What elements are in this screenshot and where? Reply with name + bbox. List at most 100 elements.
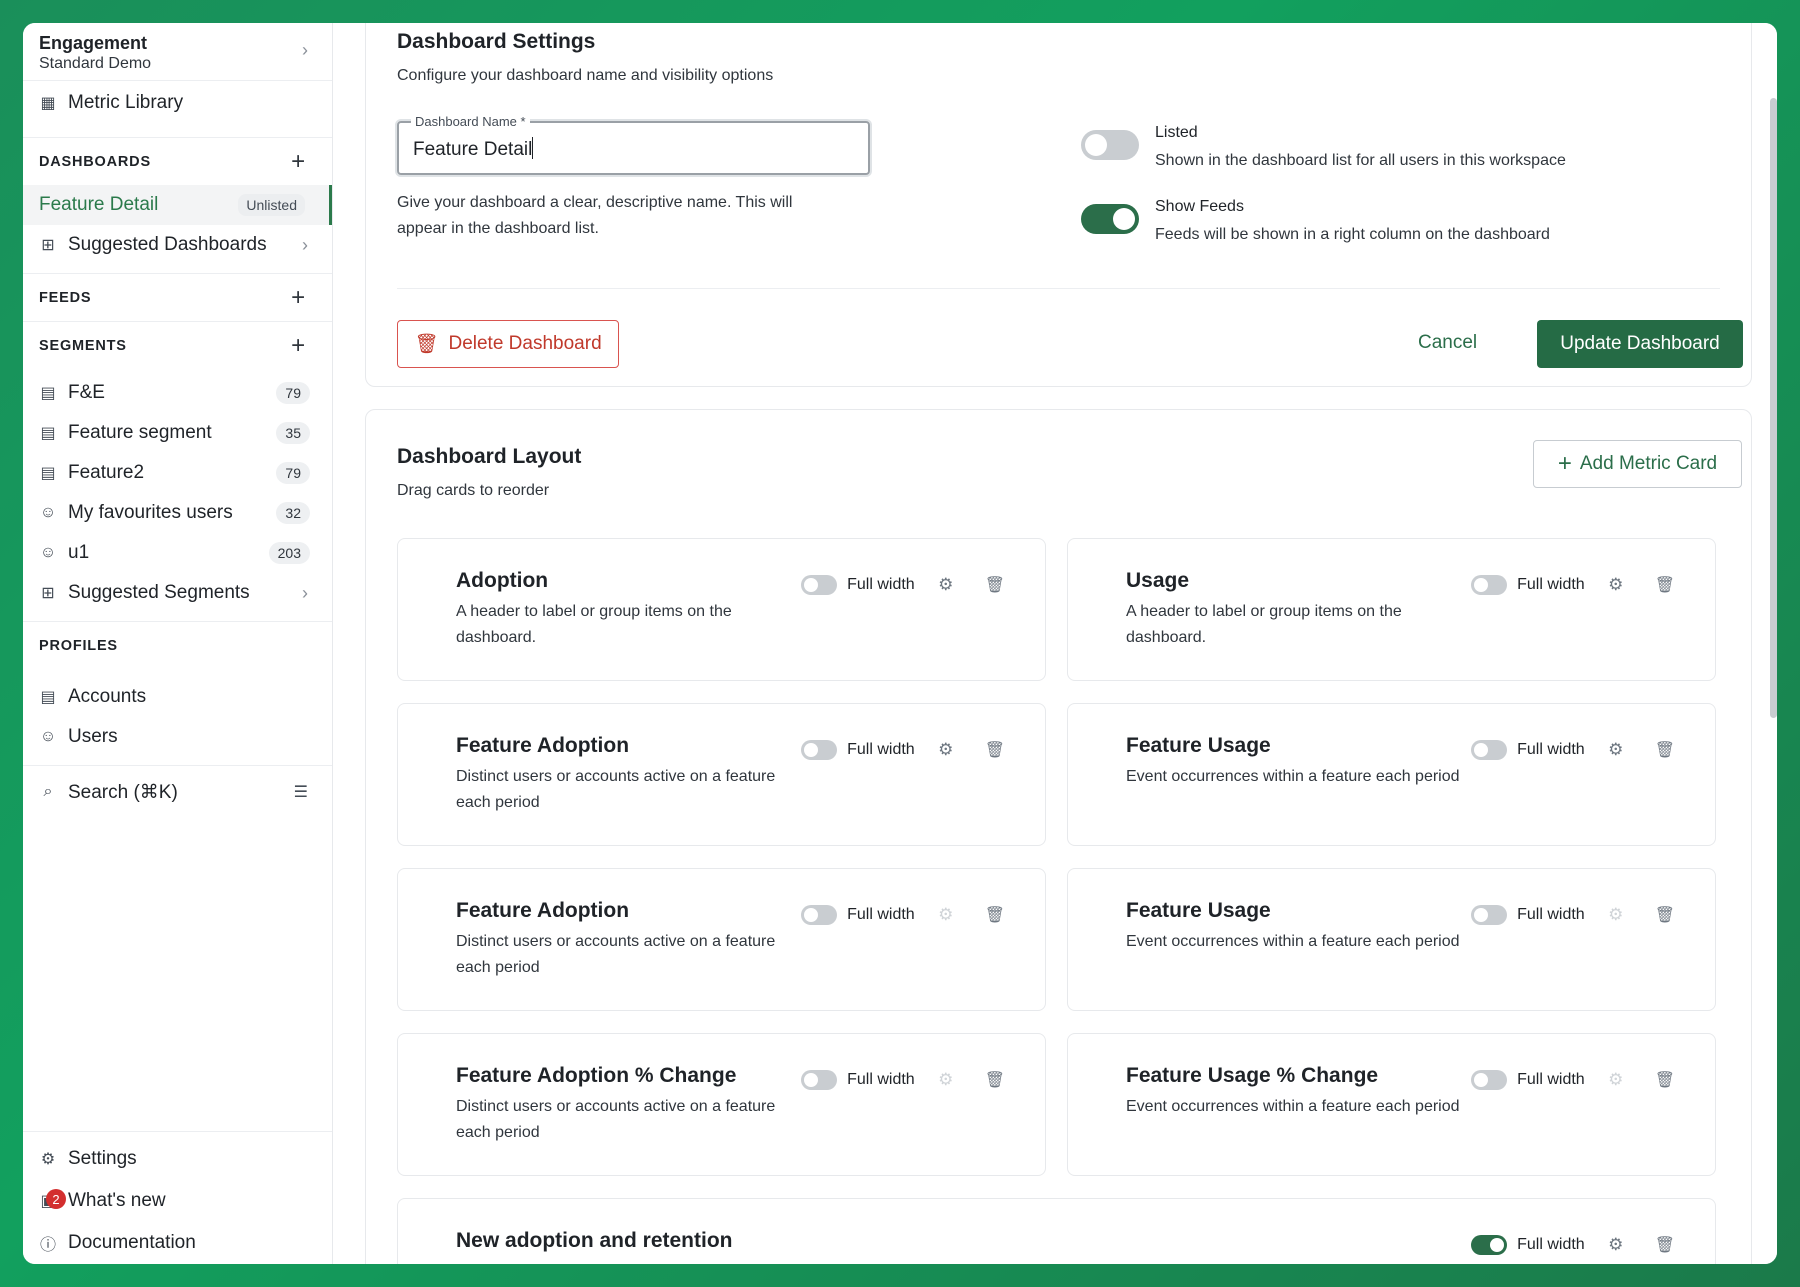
full-width-toggle[interactable]	[1471, 740, 1508, 760]
suggest-plus-icon: ⊞	[41, 237, 55, 254]
sidebar-item-settings[interactable]: ⚙ Settings	[23, 1138, 332, 1180]
collapse-sidebar-icon[interactable]: ☰	[294, 782, 308, 802]
update-dashboard-button[interactable]: Update Dashboard	[1537, 320, 1743, 368]
gear-icon[interactable]: ⚙	[1607, 740, 1625, 760]
sidebar: Engagement Standard Demo › ▦ Metric Libr…	[23, 23, 333, 1264]
trash-icon[interactable]: 🗑	[1655, 740, 1675, 760]
dashboard-name-field[interactable]: Dashboard Name * Feature Detail	[397, 114, 870, 175]
sidebar-item-segment[interactable]: ▤ Feature segment 35	[23, 413, 332, 453]
metric-card-tools: Full width ⚙ 🗑	[801, 905, 1005, 925]
metric-card-description: Distinct users or accounts active on a f…	[456, 933, 776, 976]
sidebar-item-label: Accounts	[68, 686, 147, 707]
full-width-label: Full width	[847, 576, 915, 593]
segment-count: 203	[268, 542, 310, 564]
sidebar-item-users[interactable]: ☺ Users	[23, 717, 332, 757]
add-metric-card-button[interactable]: + Add Metric Card	[1533, 440, 1742, 488]
cancel-button[interactable]: Cancel	[1418, 332, 1477, 354]
full-width-toggle[interactable]	[801, 1070, 838, 1090]
trash-icon[interactable]: 🗑	[1655, 1235, 1675, 1255]
trash-icon[interactable]: 🗑	[985, 740, 1005, 760]
dashboard-name-help: Give your dashboard a clear, descriptive…	[397, 194, 793, 237]
workspace-subtitle: Standard Demo	[39, 55, 152, 72]
metric-card[interactable]: Feature Adoption Distinct users or accou…	[397, 703, 1046, 846]
full-width-toggle[interactable]	[1471, 575, 1508, 595]
add-feed-icon[interactable]: +	[291, 284, 306, 312]
workspace-switcher[interactable]: Engagement Standard Demo ›	[23, 23, 332, 81]
section-title: FEEDS	[39, 289, 92, 306]
full-width-toggle[interactable]	[801, 575, 838, 595]
full-width-toggle[interactable]	[1471, 1235, 1508, 1255]
segment-count: 79	[276, 462, 310, 484]
gear-icon[interactable]: ⚙	[937, 575, 955, 595]
scrollbar[interactable]	[1770, 98, 1777, 718]
full-width-toggle[interactable]	[1471, 1070, 1508, 1090]
segment-count: 35	[276, 422, 310, 444]
metric-card[interactable]: Adoption A header to label or group item…	[397, 538, 1046, 681]
metric-card-description: Event occurrences within a feature each …	[1126, 1098, 1460, 1115]
sidebar-item-segment[interactable]: ▤ F&E 79	[23, 373, 332, 413]
trash-icon[interactable]: 🗑	[985, 905, 1005, 925]
sidebar-item-label: My favourites users	[68, 502, 233, 523]
sidebar-item-feature-detail[interactable]: Feature Detail Unlisted	[23, 185, 332, 225]
gear-icon[interactable]: ⚙	[937, 740, 955, 760]
chevron-right-icon: ›	[302, 40, 308, 60]
metric-card[interactable]: Feature Usage % Change Event occurrences…	[1067, 1033, 1716, 1176]
sidebar-item-segment[interactable]: ▤ Feature2 79	[23, 453, 332, 493]
sidebar-item-segment[interactable]: ☺ My favourites users 32	[23, 493, 332, 533]
sidebar-item-documentation[interactable]: ⓘ Documentation	[23, 1222, 332, 1264]
metric-card-title: Usage	[1126, 569, 1190, 592]
full-width-toggle[interactable]	[801, 905, 838, 925]
sidebar-item-whats-new[interactable]: ▣ 2 What's new	[23, 1180, 332, 1222]
dashboard-settings-card: Dashboard Settings Configure your dashbo…	[365, 23, 1752, 387]
trash-icon[interactable]: 🗑	[1655, 575, 1675, 595]
segments-section-header: SEGMENTS +	[23, 321, 332, 369]
grid-icon: ▦	[40, 95, 56, 112]
gear-icon[interactable]: ⚙	[1607, 575, 1625, 595]
plus-icon: +	[1557, 450, 1572, 477]
sidebar-search[interactable]: ⌕ Search (⌘K) ☰	[23, 766, 332, 818]
gear-icon[interactable]: ⚙	[1607, 1235, 1625, 1255]
listed-description: Shown in the dashboard list for all user…	[1155, 152, 1566, 169]
sidebar-item-segment[interactable]: ☺ u1 203	[23, 533, 332, 573]
listed-option: Listed Shown in the dashboard list for a…	[1155, 124, 1566, 170]
listed-toggle[interactable]	[1081, 130, 1139, 160]
metric-card[interactable]: Feature Usage Event occurrences within a…	[1067, 703, 1716, 846]
dashboard-name-input[interactable]: Feature Detail	[413, 139, 532, 160]
trash-icon[interactable]: 🗑	[985, 1070, 1005, 1090]
metric-card-tools: Full width ⚙ 🗑	[801, 575, 1005, 595]
feeds-section-header: FEEDS +	[23, 273, 332, 321]
full-width-label: Full width	[1517, 576, 1585, 593]
sidebar-item-label: Users	[68, 726, 118, 747]
metric-card[interactable]: Usage A header to label or group items o…	[1067, 538, 1716, 681]
full-width-label: Full width	[1517, 1236, 1585, 1253]
show-feeds-option: Show Feeds Feeds will be shown in a righ…	[1155, 198, 1550, 244]
metric-card-title: Feature Adoption	[456, 899, 630, 922]
metric-card[interactable]: Feature Adoption Distinct users or accou…	[397, 868, 1046, 1011]
layout-subtitle: Drag cards to reorder	[397, 482, 550, 499]
sidebar-item-suggested-segments[interactable]: ⊞ Suggested Segments ›	[23, 573, 332, 613]
add-dashboard-icon[interactable]: +	[291, 148, 306, 176]
trash-icon[interactable]: 🗑	[1655, 905, 1675, 925]
search-icon: ⌕	[43, 783, 53, 800]
suggest-plus-icon: ⊞	[41, 585, 55, 602]
sidebar-item-label: F&E	[68, 382, 105, 403]
building-icon: ▤	[40, 689, 56, 706]
add-segment-icon[interactable]: +	[291, 332, 306, 360]
metric-card-description: Distinct users or accounts active on a f…	[456, 1098, 776, 1141]
trash-icon[interactable]: 🗑	[1655, 1070, 1675, 1090]
metric-card[interactable]: Feature Usage Event occurrences within a…	[1067, 868, 1716, 1011]
sidebar-item-accounts[interactable]: ▤ Accounts	[23, 677, 332, 717]
full-width-toggle[interactable]	[1471, 905, 1508, 925]
delete-dashboard-button[interactable]: 🗑 Delete Dashboard	[397, 320, 619, 368]
sidebar-item-label: Suggested Dashboards	[68, 234, 267, 255]
metric-card[interactable]: Feature Adoption % Change Distinct users…	[397, 1033, 1046, 1176]
sidebar-item-metric-library[interactable]: ▦ Metric Library	[23, 81, 332, 125]
metric-card[interactable]: New adoption and retention A header to l…	[397, 1198, 1716, 1264]
full-width-label: Full width	[847, 1071, 915, 1088]
metric-card-description: Event occurrences within a feature each …	[1126, 768, 1460, 785]
sidebar-item-suggested-dashboards[interactable]: ⊞ Suggested Dashboards ›	[23, 225, 332, 265]
full-width-toggle[interactable]	[801, 740, 838, 760]
trash-icon[interactable]: 🗑	[985, 575, 1005, 595]
sidebar-item-label: Documentation	[68, 1232, 196, 1253]
show-feeds-toggle[interactable]	[1081, 204, 1139, 234]
